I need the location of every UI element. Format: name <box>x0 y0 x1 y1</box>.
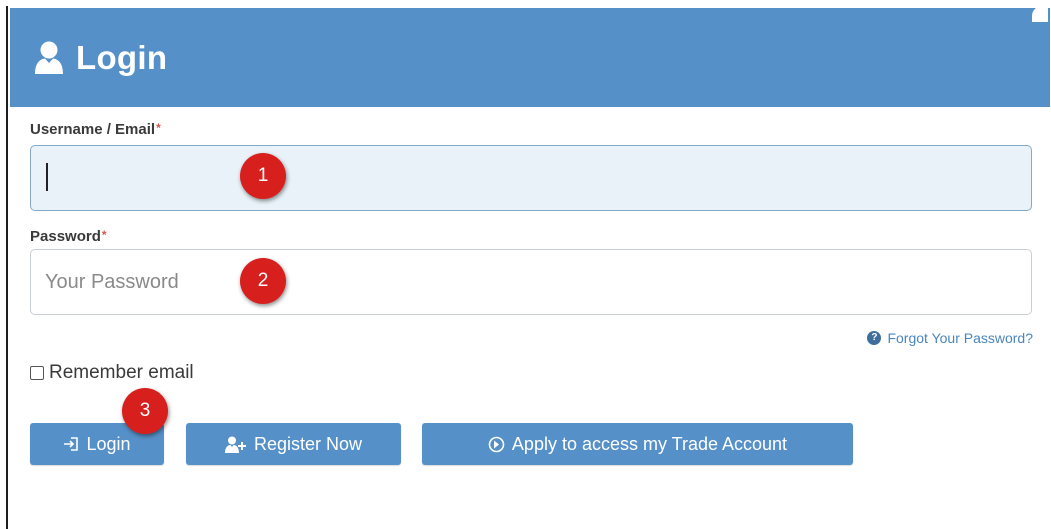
remember-email[interactable]: Remember email <box>30 362 194 384</box>
username-label-text: Username / Email <box>30 121 156 138</box>
apply-trade-account-button[interactable]: Apply to access my Trade Account <box>422 423 853 465</box>
login-page: Login Username / Email* Password* ? Forg… <box>0 0 1051 529</box>
apply-button-label: Apply to access my Trade Account <box>511 433 788 454</box>
password-label-text: Password <box>30 228 101 245</box>
username-label: Username / Email* <box>30 121 161 138</box>
corner-nub <box>1032 6 1048 22</box>
page-title: Login <box>76 38 168 76</box>
required-mark: * <box>156 121 161 135</box>
remember-email-checkbox[interactable] <box>30 366 44 380</box>
forgot-password-text: Forgot Your Password? <box>887 330 1033 346</box>
required-mark: * <box>101 228 107 242</box>
annotation-badge-2: 2 <box>240 258 286 304</box>
user-plus-icon <box>224 436 247 453</box>
register-button[interactable]: Register Now <box>186 423 401 465</box>
register-button-label: Register Now <box>253 433 363 454</box>
forgot-password-link[interactable]: ? Forgot Your Password? <box>867 330 1033 346</box>
login-header: Login <box>10 8 1050 107</box>
remember-email-label: Remember email <box>49 362 194 383</box>
username-field[interactable] <box>30 145 1032 211</box>
password-label: Password* <box>30 228 107 245</box>
question-circle-icon: ? <box>867 331 882 345</box>
annotation-badge-3: 3 <box>122 388 168 434</box>
user-icon <box>32 40 66 76</box>
password-field[interactable] <box>30 249 1032 315</box>
annotation-badge-1: 1 <box>240 153 286 199</box>
login-button-label: Login <box>86 433 131 454</box>
sign-in-icon <box>63 436 79 452</box>
text-caret <box>46 163 48 191</box>
arrow-circle-icon <box>488 436 505 453</box>
